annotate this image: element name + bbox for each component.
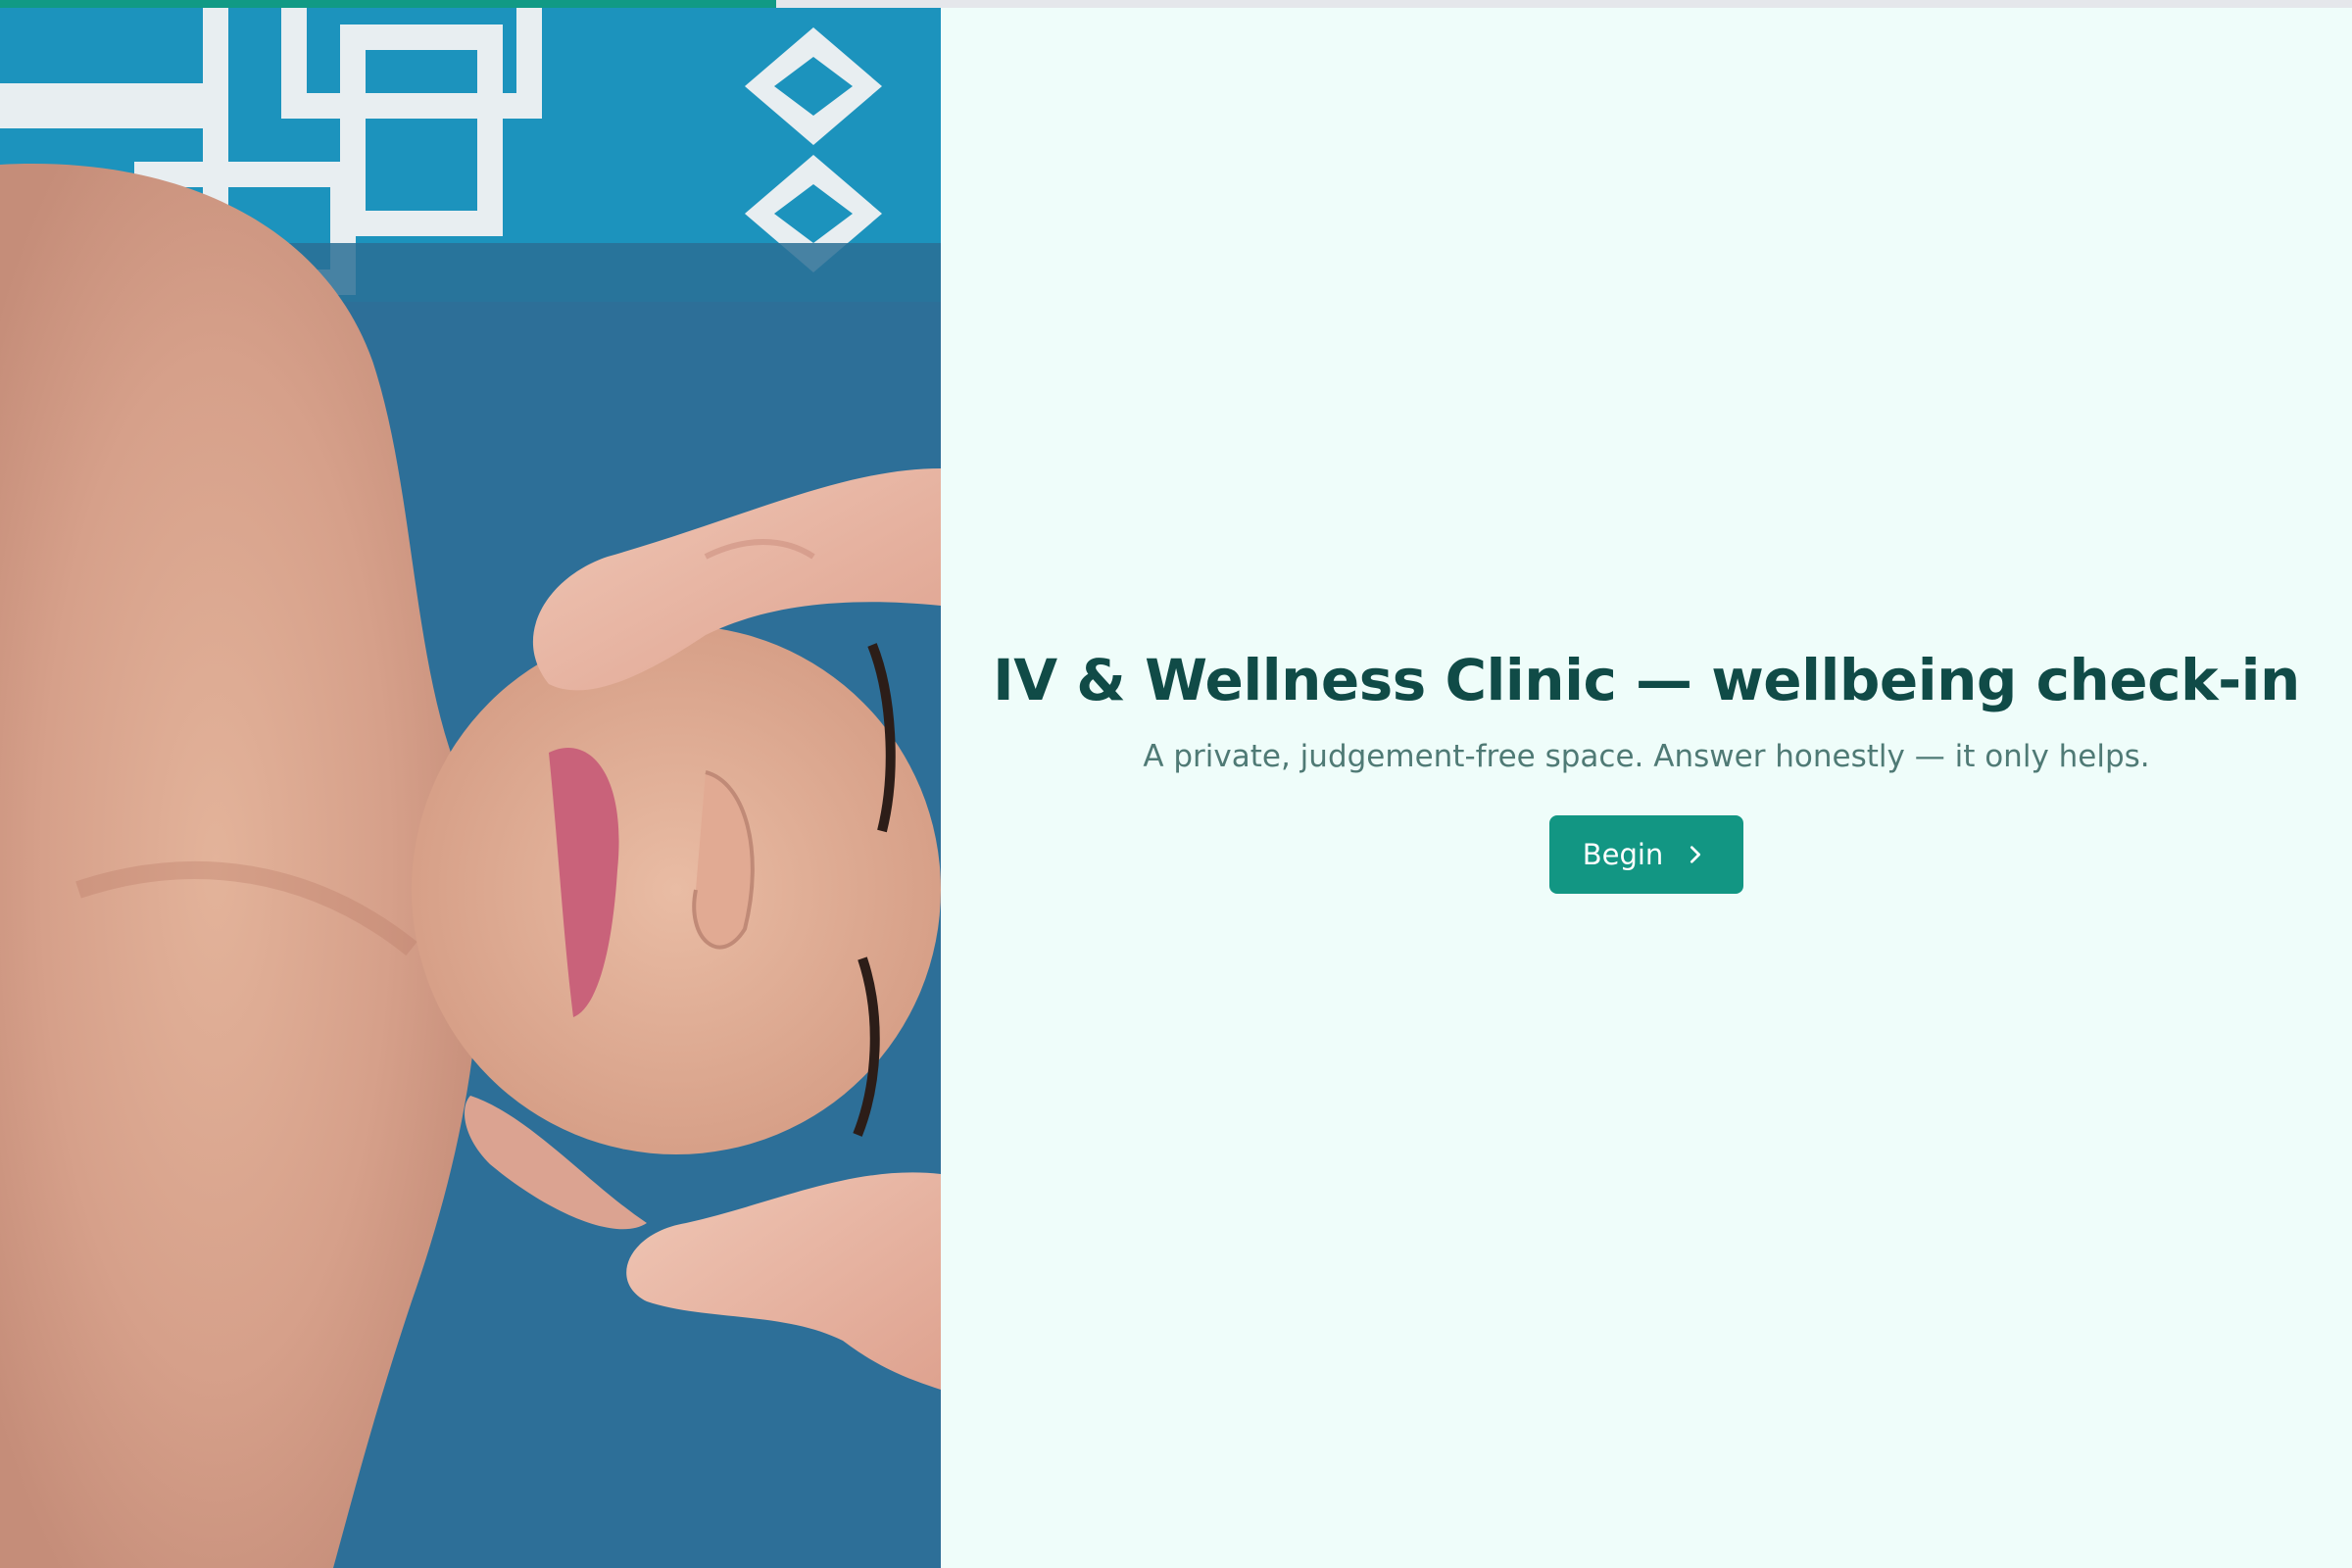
intro-panel: IV & Wellness Clinic — wellbeing check-i… bbox=[941, 8, 2352, 1568]
intro-content: IV & Wellness Clinic — wellbeing check-i… bbox=[941, 647, 2352, 894]
page-subtitle: A private, judgement-free space. Answer … bbox=[1143, 738, 2150, 774]
chevron-right-icon bbox=[1690, 846, 1701, 863]
hero-photo bbox=[0, 8, 941, 1568]
progress-bar bbox=[0, 0, 2352, 8]
begin-button-label: Begin bbox=[1582, 837, 1664, 871]
spa-massage-photo bbox=[0, 8, 941, 1568]
progress-bar-fill bbox=[0, 0, 776, 8]
page-title: IV & Wellness Clinic — wellbeing check-i… bbox=[993, 647, 2300, 713]
begin-button[interactable]: Begin bbox=[1548, 814, 1744, 894]
